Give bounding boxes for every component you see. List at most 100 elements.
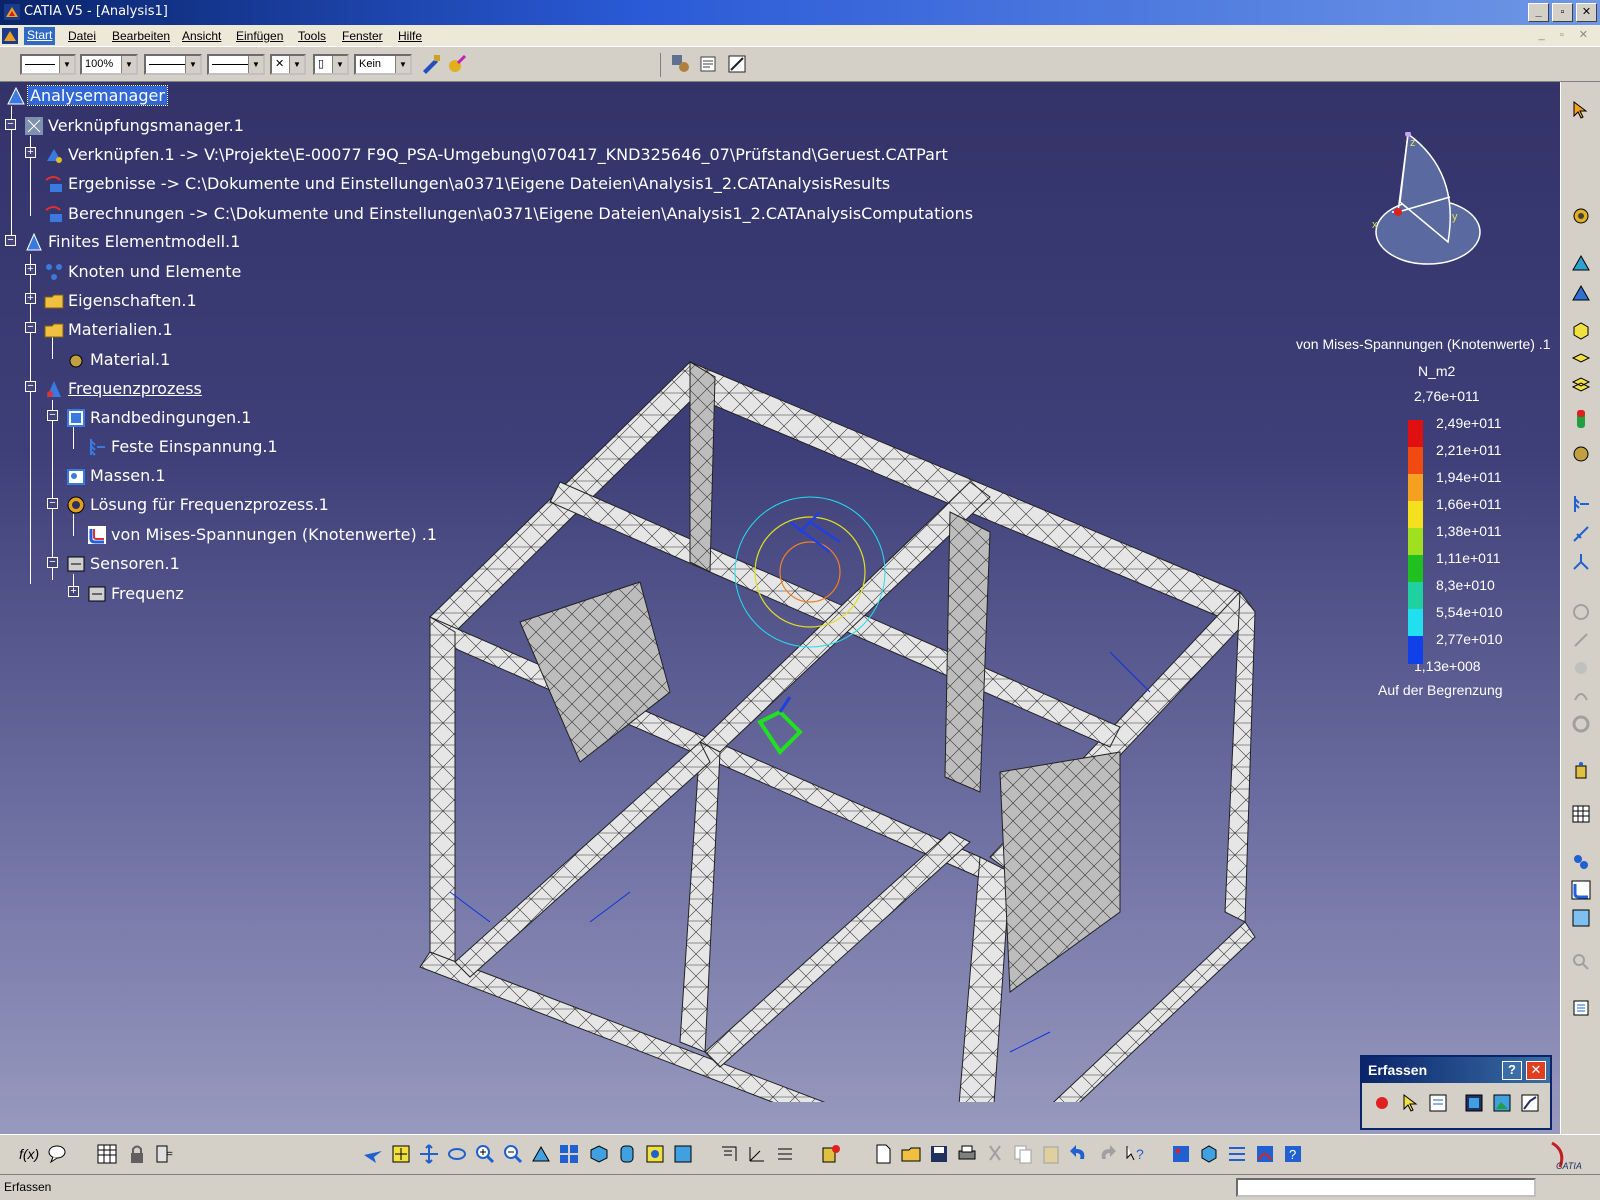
- collapse-toggle[interactable]: −: [47, 557, 58, 568]
- transparency-combo[interactable]: 100% ▼: [80, 54, 138, 75]
- 3d-viewport[interactable]: Analysemanager − Verknüpfungsmanager.1 +…: [0, 82, 1560, 1134]
- apply-material-ball-icon[interactable]: [1571, 444, 1591, 464]
- expand-toggle[interactable]: +: [25, 293, 36, 304]
- render-style-icon[interactable]: [616, 1143, 638, 1165]
- select-arrow-icon[interactable]: [1571, 100, 1591, 120]
- erfassen-palette[interactable]: Erfassen ? ✕: [1360, 1055, 1552, 1130]
- lock-icon[interactable]: [126, 1143, 148, 1165]
- pan-icon[interactable]: [418, 1143, 440, 1165]
- measure-icon[interactable]: [726, 53, 748, 75]
- expand-toggle[interactable]: +: [25, 147, 36, 158]
- fe-mesh-model[interactable]: [410, 272, 1290, 1102]
- save-icon[interactable]: [928, 1143, 950, 1165]
- mass-tool-icon[interactable]: [1571, 760, 1591, 780]
- format-painter-icon[interactable]: [420, 53, 442, 75]
- line-type-combo[interactable]: ▼: [207, 54, 265, 75]
- select-icon[interactable]: [1398, 1091, 1422, 1115]
- cube-icon[interactable]: [1198, 1143, 1220, 1165]
- help-tool-icon[interactable]: ?: [1282, 1143, 1304, 1165]
- mesh-surface-icon[interactable]: [1571, 282, 1591, 302]
- open-folder-icon[interactable]: [900, 1143, 922, 1165]
- sketch-icon[interactable]: [718, 1143, 740, 1165]
- catia-app-icon[interactable]: [4, 4, 20, 20]
- force-disabled-icon[interactable]: [1571, 630, 1591, 650]
- zoom-disabled-icon[interactable]: [1571, 952, 1591, 972]
- table-icon[interactable]: [96, 1143, 118, 1165]
- image-tool-icon[interactable]: [1254, 1143, 1276, 1165]
- collapse-toggle[interactable]: −: [25, 381, 36, 392]
- menu-datei[interactable]: Datei: [68, 29, 96, 43]
- expand-toggle[interactable]: +: [25, 264, 36, 275]
- chart-icon[interactable]: [1518, 1091, 1542, 1115]
- surface-slider-icon[interactable]: [1571, 524, 1591, 544]
- expand-toggle[interactable]: +: [68, 586, 79, 597]
- normal-view-icon[interactable]: [530, 1143, 552, 1165]
- formula-icon[interactable]: f(x): [18, 1143, 40, 1165]
- line-thickness-combo[interactable]: ▼: [144, 54, 202, 75]
- zoom-out-icon[interactable]: [502, 1143, 524, 1165]
- solid-property-icon[interactable]: [1571, 320, 1591, 340]
- menu-fenster[interactable]: Fenster: [342, 29, 383, 43]
- menu-ansicht[interactable]: Ansicht: [182, 29, 221, 43]
- pressure-disabled-icon[interactable]: [1571, 658, 1591, 678]
- report-icon[interactable]: [1571, 998, 1591, 1018]
- help-icon[interactable]: ?: [1502, 1061, 1522, 1080]
- moment-disabled-icon[interactable]: [1571, 686, 1591, 706]
- menu-start[interactable]: Start: [24, 27, 56, 45]
- sensor-tool-icon[interactable]: [1571, 852, 1591, 872]
- ball-join-icon[interactable]: [1571, 552, 1591, 572]
- fill-color-combo[interactable]: ▼: [20, 54, 76, 75]
- grid-icon[interactable]: [774, 1143, 796, 1165]
- copy-icon[interactable]: [1012, 1143, 1034, 1165]
- paste-icon[interactable]: [1040, 1143, 1062, 1165]
- mdi-window-buttons[interactable]: _ ▫ ✕: [1539, 28, 1594, 41]
- catalog-icon[interactable]: [820, 1143, 842, 1165]
- deformation-tool-icon[interactable]: [1571, 908, 1591, 928]
- hide-show-icon[interactable]: [644, 1143, 666, 1165]
- mesh-tool-icon[interactable]: [1226, 1143, 1248, 1165]
- collapse-toggle[interactable]: −: [5, 235, 16, 246]
- restore-button[interactable]: ▫: [1552, 3, 1573, 22]
- apply-material-icon[interactable]: [670, 53, 692, 75]
- new-file-icon[interactable]: [872, 1143, 894, 1165]
- layer-combo[interactable]: Kein ▼: [354, 54, 412, 75]
- undo-icon[interactable]: [1068, 1143, 1090, 1165]
- properties-icon[interactable]: [698, 53, 720, 75]
- von-mises-tool-icon[interactable]: [1571, 880, 1591, 900]
- axis-icon[interactable]: [746, 1143, 768, 1165]
- whats-this-icon[interactable]: ?: [1124, 1143, 1146, 1165]
- image-icon[interactable]: [1490, 1091, 1514, 1115]
- collapse-toggle[interactable]: −: [5, 119, 16, 130]
- iso-view-icon[interactable]: [588, 1143, 610, 1165]
- fly-mode-icon[interactable]: [362, 1143, 384, 1165]
- capture-options-icon[interactable]: [1426, 1091, 1450, 1115]
- clamp-tool-icon[interactable]: [1571, 494, 1591, 514]
- close-button[interactable]: ✕: [1576, 3, 1597, 22]
- swap-space-icon[interactable]: [672, 1143, 694, 1165]
- minimize-button[interactable]: _: [1528, 3, 1549, 22]
- fit-all-icon[interactable]: [390, 1143, 412, 1165]
- menu-einfuegen[interactable]: Einfügen: [236, 29, 283, 43]
- mesh-part-icon[interactable]: [1571, 252, 1591, 272]
- collapse-toggle[interactable]: −: [47, 410, 58, 421]
- collapse-toggle[interactable]: −: [47, 498, 58, 509]
- record-icon[interactable]: [1370, 1091, 1394, 1115]
- multi-view-icon[interactable]: [558, 1143, 580, 1165]
- zoom-in-icon[interactable]: [474, 1143, 496, 1165]
- close-icon[interactable]: ✕: [1526, 1061, 1546, 1080]
- bearing-disabled-icon[interactable]: [1571, 714, 1591, 734]
- album-icon[interactable]: [1462, 1091, 1486, 1115]
- color-legend[interactable]: von Mises-Spannungen (Knotenwerte) .1 N_…: [1296, 250, 1560, 730]
- analysis-icon[interactable]: [1170, 1143, 1192, 1165]
- rotate-icon[interactable]: [446, 1143, 468, 1165]
- load-disabled-icon[interactable]: [1571, 602, 1591, 622]
- layered-property-icon[interactable]: [1571, 374, 1591, 394]
- rendering-style-combo[interactable]: ▯ ▼: [313, 54, 349, 75]
- gear-icon[interactable]: [1571, 206, 1591, 226]
- menu-hilfe[interactable]: Hilfe: [398, 29, 422, 43]
- menu-bearbeiten[interactable]: Bearbeiten: [112, 29, 170, 43]
- graphic-properties-icon[interactable]: [446, 53, 468, 75]
- shell-property-icon[interactable]: [1571, 348, 1591, 368]
- point-symbol-combo[interactable]: ✕ ▼: [270, 54, 306, 75]
- command-input[interactable]: [1236, 1178, 1536, 1197]
